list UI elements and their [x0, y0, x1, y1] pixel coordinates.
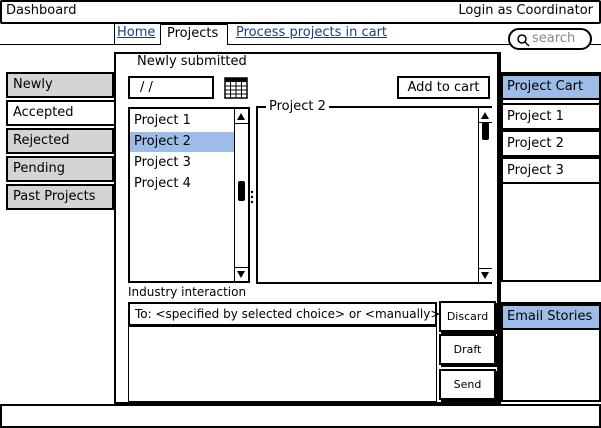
tab-past-projects[interactable]: Past Projects [6, 184, 114, 210]
scroll-down-icon[interactable] [481, 272, 489, 279]
list-item[interactable]: Project 1 [130, 111, 234, 131]
nav-tab-projects[interactable]: Projects [160, 24, 228, 45]
email-stories-header: Email Stories [501, 304, 601, 330]
draft-button[interactable]: Draft [439, 334, 496, 365]
calendar-icon[interactable] [224, 76, 248, 100]
status-bar [0, 404, 601, 428]
scroll-up-icon[interactable] [237, 113, 245, 120]
list-item-selected[interactable]: Project 2 [130, 132, 234, 152]
discard-button[interactable]: Discard [439, 301, 496, 332]
date-field[interactable]: / / [128, 76, 214, 99]
message-textarea[interactable] [128, 326, 437, 402]
panel-title: Newly submitted [137, 54, 247, 69]
search-icon [517, 34, 530, 47]
detail-scrollbar[interactable] [478, 108, 492, 282]
nav-link-home[interactable]: Home [117, 25, 155, 40]
add-to-cart-button[interactable]: Add to cart [397, 76, 490, 99]
detail-panel-title: Project 2 [266, 99, 329, 114]
login-status[interactable]: Login as Coordinator [458, 3, 593, 18]
tab-pending-projects[interactable]: Pending Projects [6, 156, 114, 198]
nav-link-process-cart[interactable]: Process projects in cart [236, 25, 387, 40]
search-input[interactable]: search [508, 28, 592, 50]
list-item[interactable]: Project 3 [130, 153, 234, 173]
tab-newly-submitted[interactable]: Newly submitted [6, 72, 114, 114]
scroll-down-icon[interactable] [237, 271, 245, 278]
list-item[interactable]: Project 4 [130, 174, 234, 194]
send-button[interactable]: Send [439, 369, 496, 400]
project-list[interactable]: Project 1 Project 2 Project 3 Project 4 [128, 107, 250, 283]
app-title: Dashboard [6, 3, 77, 18]
scroll-thumb[interactable] [482, 122, 489, 140]
tab-accepted[interactable]: Accepted [6, 100, 114, 126]
search-placeholder: search [532, 31, 576, 46]
industry-interaction-label: Industry interaction [128, 285, 247, 299]
recipient-field[interactable]: To: <specified by selected choice> or <m… [128, 302, 440, 326]
cart-item[interactable]: Project 3 [501, 157, 601, 184]
scroll-up-icon[interactable] [481, 112, 489, 119]
tab-rejected[interactable]: Rejected [6, 128, 114, 154]
scroll-thumb[interactable] [238, 181, 245, 201]
list-scrollbar[interactable] [234, 109, 248, 281]
project-cart-header: Project Cart [501, 74, 601, 100]
cart-item[interactable]: Project 2 [501, 130, 601, 157]
nav-separator [114, 24, 115, 44]
cart-item[interactable]: Project 1 [501, 103, 601, 130]
splitter-handle-icon[interactable] [250, 189, 254, 205]
project-detail-panel [256, 106, 492, 284]
